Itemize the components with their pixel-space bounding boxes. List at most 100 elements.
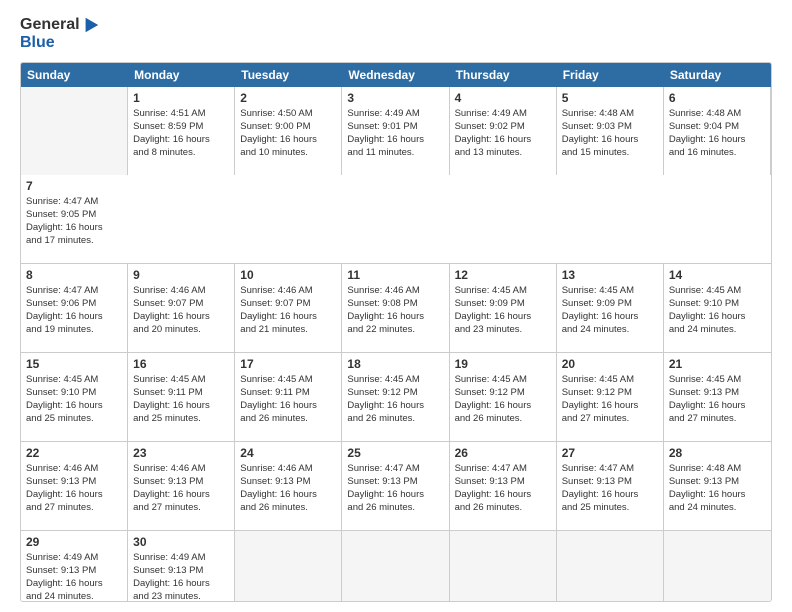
calendar-body: 1 Sunrise: 4:51 AM Sunset: 8:59 PM Daylig… [21,87,771,602]
day-number: 19 [455,357,551,371]
day-info: Sunrise: 4:46 AM Sunset: 9:08 PM Dayligh… [347,284,443,337]
calendar-header-day: Sunday [21,63,128,87]
calendar-cell: 18Sunrise: 4:45 AM Sunset: 9:12 PM Dayli… [342,353,449,441]
day-number: 12 [455,268,551,282]
day-number: 28 [669,446,766,460]
calendar-header-day: Saturday [664,63,771,87]
day-info: Sunrise: 4:49 AM Sunset: 9:13 PM Dayligh… [133,551,229,602]
day-info: Sunrise: 4:47 AM Sunset: 9:13 PM Dayligh… [455,462,551,515]
day-info: Sunrise: 4:50 AM Sunset: 9:00 PM Dayligh… [240,107,336,160]
calendar-header-day: Thursday [450,63,557,87]
calendar-row: 8 Sunrise: 4:47 AM Sunset: 9:06 PM Daylig… [21,263,771,352]
day-info: Sunrise: 4:47 AM Sunset: 9:13 PM Dayligh… [347,462,443,515]
calendar: SundayMondayTuesdayWednesdayThursdayFrid… [20,62,772,602]
day-number: 23 [133,446,229,460]
calendar-row: 29 Sunrise: 4:49 AM Sunset: 9:13 PM Dayli… [21,530,771,602]
day-number: 4 [455,91,551,105]
day-number: 20 [562,357,658,371]
day-info: Sunrise: 4:49 AM Sunset: 9:13 PM Dayligh… [26,551,122,602]
calendar-cell: 27Sunrise: 4:47 AM Sunset: 9:13 PM Dayli… [557,442,664,530]
day-number: 2 [240,91,336,105]
calendar-cell: 3Sunrise: 4:49 AM Sunset: 9:01 PM Daylig… [342,87,449,175]
day-number: 6 [669,91,765,105]
day-info: Sunrise: 4:46 AM Sunset: 9:13 PM Dayligh… [240,462,336,515]
day-number: 21 [669,357,766,371]
day-info: Sunrise: 4:46 AM Sunset: 9:07 PM Dayligh… [240,284,336,337]
calendar-cell: 24 Sunrise: 4:46 AM Sunset: 9:13 PM Dayli… [235,442,342,530]
calendar-cell: 25 Sunrise: 4:47 AM Sunset: 9:13 PM Dayli… [342,442,449,530]
calendar-cell: 14Sunrise: 4:45 AM Sunset: 9:10 PM Dayli… [664,264,771,352]
calendar-row: 22Sunrise: 4:46 AM Sunset: 9:13 PM Dayli… [21,441,771,530]
calendar-cell: 12 Sunrise: 4:45 AM Sunset: 9:09 PM Dayli… [450,264,557,352]
day-info: Sunrise: 4:45 AM Sunset: 9:10 PM Dayligh… [26,373,122,426]
calendar-cell: 20 Sunrise: 4:45 AM Sunset: 9:12 PM Dayli… [557,353,664,441]
calendar-cell: 2 Sunrise: 4:50 AM Sunset: 9:00 PM Daylig… [235,87,342,175]
logo: General Blue [20,16,100,52]
day-info: Sunrise: 4:45 AM Sunset: 9:09 PM Dayligh… [455,284,551,337]
day-info: Sunrise: 4:46 AM Sunset: 9:13 PM Dayligh… [26,462,122,515]
calendar-cell: 23 Sunrise: 4:46 AM Sunset: 9:13 PM Dayli… [128,442,235,530]
calendar-cell: 22Sunrise: 4:46 AM Sunset: 9:13 PM Dayli… [21,442,128,530]
day-number: 15 [26,357,122,371]
calendar-cell [235,531,342,602]
calendar-cell: 28Sunrise: 4:48 AM Sunset: 9:13 PM Dayli… [664,442,771,530]
calendar-cell [450,531,557,602]
day-info: Sunrise: 4:45 AM Sunset: 9:11 PM Dayligh… [240,373,336,426]
calendar-cell [342,531,449,602]
day-number: 24 [240,446,336,460]
day-number: 14 [669,268,766,282]
day-number: 5 [562,91,658,105]
calendar-cell: 13Sunrise: 4:45 AM Sunset: 9:09 PM Dayli… [557,264,664,352]
calendar-cell: 9Sunrise: 4:46 AM Sunset: 9:07 PM Daylig… [128,264,235,352]
day-number: 8 [26,268,122,282]
calendar-cell [557,531,664,602]
day-info: Sunrise: 4:45 AM Sunset: 9:11 PM Dayligh… [133,373,229,426]
logo-blue-text: Blue [20,34,100,52]
calendar-cell: 30 Sunrise: 4:49 AM Sunset: 9:13 PM Dayli… [128,531,235,602]
logo-general-text: General [20,16,80,34]
day-number: 17 [240,357,336,371]
day-number: 7 [26,179,123,193]
calendar-row: 15 Sunrise: 4:45 AM Sunset: 9:10 PM Dayli… [21,352,771,441]
calendar-cell: 10 Sunrise: 4:46 AM Sunset: 9:07 PM Dayli… [235,264,342,352]
day-info: Sunrise: 4:47 AM Sunset: 9:06 PM Dayligh… [26,284,122,337]
logo-arrow-icon [82,16,100,34]
day-number: 30 [133,535,229,549]
day-number: 27 [562,446,658,460]
day-number: 18 [347,357,443,371]
calendar-header-day: Tuesday [235,63,342,87]
day-number: 11 [347,268,443,282]
header: General Blue [20,16,772,52]
day-info: Sunrise: 4:51 AM Sunset: 8:59 PM Dayligh… [133,107,229,160]
calendar-cell: 1 Sunrise: 4:51 AM Sunset: 8:59 PM Daylig… [128,87,235,175]
day-info: Sunrise: 4:48 AM Sunset: 9:03 PM Dayligh… [562,107,658,160]
calendar-header-day: Wednesday [342,63,449,87]
day-number: 25 [347,446,443,460]
calendar-cell: 7 Sunrise: 4:47 AM Sunset: 9:05 PM Daylig… [21,175,128,263]
calendar-header-day: Friday [557,63,664,87]
calendar-cell: 19 Sunrise: 4:45 AM Sunset: 9:12 PM Dayli… [450,353,557,441]
calendar-cell: 6 Sunrise: 4:48 AM Sunset: 9:04 PM Daylig… [664,87,771,175]
day-info: Sunrise: 4:45 AM Sunset: 9:12 PM Dayligh… [562,373,658,426]
day-info: Sunrise: 4:45 AM Sunset: 9:13 PM Dayligh… [669,373,766,426]
calendar-cell [664,531,771,602]
calendar-cell: 16 Sunrise: 4:45 AM Sunset: 9:11 PM Dayli… [128,353,235,441]
calendar-cell: 11 Sunrise: 4:46 AM Sunset: 9:08 PM Dayli… [342,264,449,352]
calendar-cell: 17 Sunrise: 4:45 AM Sunset: 9:11 PM Dayli… [235,353,342,441]
day-number: 26 [455,446,551,460]
day-number: 10 [240,268,336,282]
calendar-cell: 26 Sunrise: 4:47 AM Sunset: 9:13 PM Dayli… [450,442,557,530]
day-number: 1 [133,91,229,105]
day-number: 29 [26,535,122,549]
day-info: Sunrise: 4:46 AM Sunset: 9:13 PM Dayligh… [133,462,229,515]
page: General Blue SundayMondayTuesdayWednesda… [0,0,792,612]
day-info: Sunrise: 4:47 AM Sunset: 9:05 PM Dayligh… [26,195,123,248]
day-number: 16 [133,357,229,371]
day-number: 13 [562,268,658,282]
day-number: 9 [133,268,229,282]
day-info: Sunrise: 4:45 AM Sunset: 9:12 PM Dayligh… [455,373,551,426]
day-info: Sunrise: 4:48 AM Sunset: 9:04 PM Dayligh… [669,107,765,160]
calendar-header-day: Monday [128,63,235,87]
calendar-cell: 8 Sunrise: 4:47 AM Sunset: 9:06 PM Daylig… [21,264,128,352]
calendar-cell: 4Sunrise: 4:49 AM Sunset: 9:02 PM Daylig… [450,87,557,175]
